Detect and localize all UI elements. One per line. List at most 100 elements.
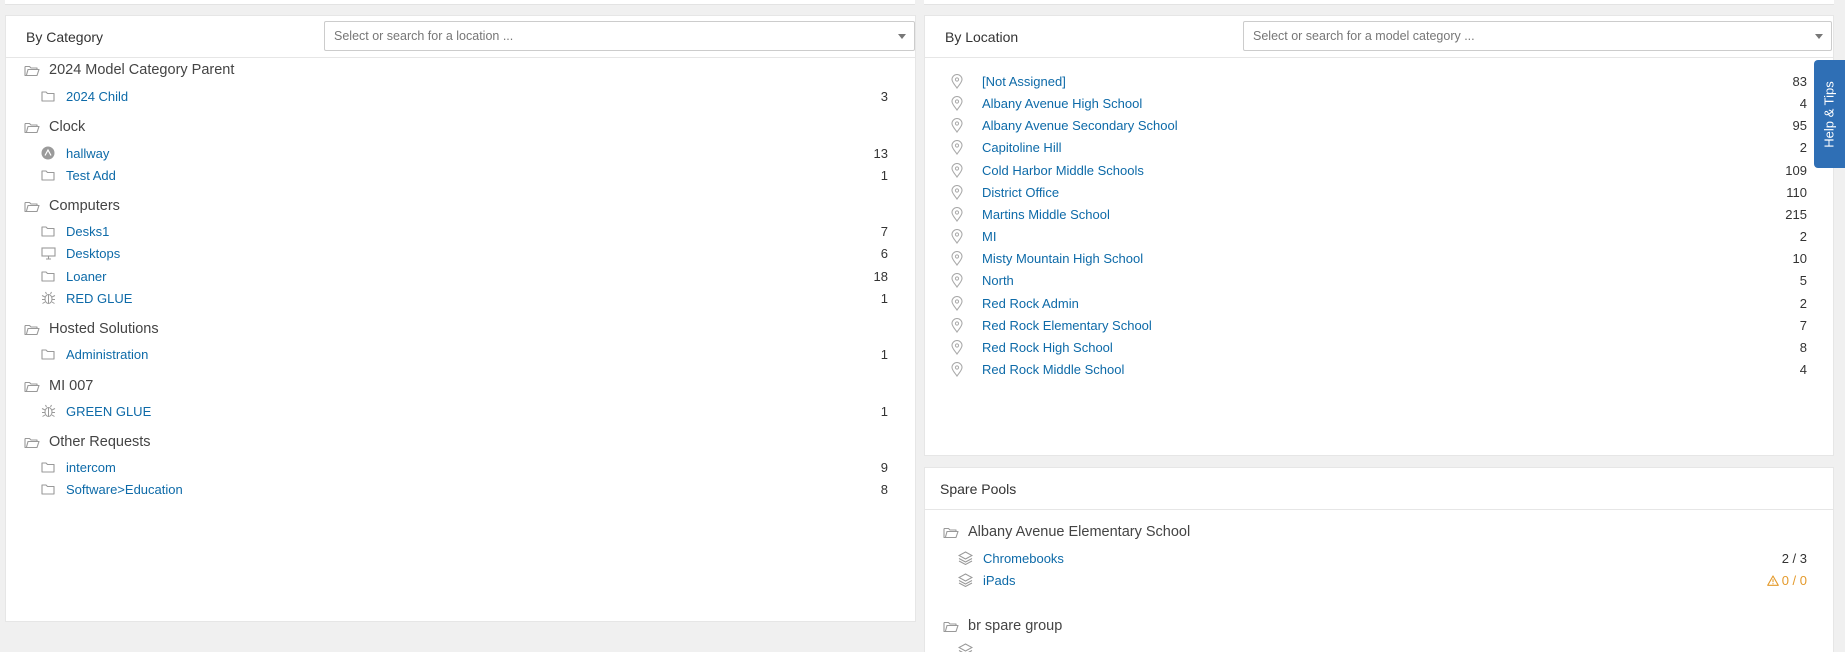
location-link[interactable]: District Office (982, 185, 1059, 200)
location-link[interactable]: MI (982, 229, 996, 244)
circle-user-icon (40, 146, 56, 160)
location-count: 2 (1799, 139, 1807, 155)
category-count: 9 (880, 459, 888, 475)
category-group-header[interactable]: 2024 Model Category Parent (24, 60, 234, 80)
category-link[interactable]: 2024 Child (66, 89, 128, 104)
location-link[interactable]: Red Rock Middle School (982, 362, 1124, 377)
category-group-header[interactable]: Other Requests (24, 432, 151, 452)
category-link[interactable]: GREEN GLUE (66, 404, 151, 419)
category-count: 1 (880, 403, 888, 419)
desktop-icon (40, 246, 56, 260)
map-pin-icon (950, 339, 964, 355)
category-group-label: Clock (49, 119, 86, 135)
location-row: Martins Middle School (950, 204, 1110, 224)
category-group-label: Computers (49, 198, 120, 214)
location-count: 7 (1799, 317, 1807, 333)
location-link[interactable]: Red Rock Admin (982, 296, 1079, 311)
spare-pool-group-header[interactable]: Albany Avenue Elementary School (943, 522, 1190, 542)
category-group-label: Hosted Solutions (49, 321, 159, 337)
location-count: 83 (1792, 73, 1807, 89)
map-pin-icon (950, 228, 964, 244)
map-pin-icon (950, 184, 964, 200)
warning-icon (1766, 574, 1779, 586)
by-category-panel: By Category 2024 Model Category Parent 20… (5, 15, 916, 622)
help-tab-label: Help & Tips (1822, 80, 1838, 148)
location-count: 2 (1799, 295, 1807, 311)
spare-pool-row: iPads (957, 570, 1016, 590)
top-strip (0, 0, 1845, 5)
folder-open-icon (24, 435, 40, 449)
map-pin-icon (950, 295, 964, 311)
location-row: Red Rock Elementary School (950, 315, 1152, 335)
category-row: GREEN GLUE (40, 401, 151, 421)
category-count: 18 (873, 268, 888, 284)
category-group-header[interactable]: MI 007 (24, 376, 93, 396)
category-row: 2024 Child (40, 86, 128, 106)
folder-open-icon (943, 619, 959, 633)
model-category-filter-select[interactable] (1243, 21, 1832, 51)
spare-pool-link[interactable]: Chromebooks (983, 551, 1064, 566)
location-row: Albany Avenue Secondary School (950, 115, 1178, 135)
by-category-header: By Category (6, 16, 915, 58)
location-count: 215 (1785, 206, 1807, 222)
folder-open-icon (24, 379, 40, 393)
map-pin-icon (950, 95, 964, 111)
category-link[interactable]: Loaner (66, 269, 106, 284)
category-count: 1 (880, 167, 888, 183)
by-location-title: By Location (945, 29, 1019, 45)
category-row: Administration (40, 344, 148, 364)
chevron-down-icon[interactable] (898, 34, 906, 39)
category-link[interactable]: Administration (66, 347, 148, 362)
location-link[interactable]: Red Rock Elementary School (982, 318, 1152, 333)
category-link[interactable]: Desktops (66, 246, 120, 261)
spare-pool-group-label: br spare group (968, 618, 1063, 634)
category-link[interactable]: intercom (66, 460, 116, 475)
location-link[interactable]: Martins Middle School (982, 207, 1110, 222)
spare-pools-title: Spare Pools (940, 481, 1017, 497)
category-group-header[interactable]: Clock (24, 117, 85, 137)
location-search-input[interactable] (325, 22, 914, 50)
category-count: 3 (880, 88, 888, 104)
category-link[interactable]: Desks1 (66, 224, 109, 239)
location-link[interactable]: Cold Harbor Middle Schools (982, 163, 1144, 178)
location-link[interactable]: North (982, 273, 1014, 288)
spare-pool-row: Chromebooks (957, 548, 1064, 568)
spare-pool-count: 2 / 3 (1782, 548, 1807, 568)
location-row: District Office (950, 182, 1059, 202)
location-link[interactable]: [Not Assigned] (982, 74, 1066, 89)
bug-icon (40, 404, 56, 418)
folder-open-icon (24, 63, 40, 77)
spare-pool-count-text: 2 / 3 (1781, 550, 1807, 566)
folder-icon (40, 460, 56, 474)
spare-pools-panel: Spare Pools Albany Avenue Elementary Sch… (924, 467, 1834, 652)
spare-pool-count-text: 0 / 0 (1781, 572, 1807, 588)
category-link[interactable]: hallway (66, 146, 109, 161)
spare-pool-link[interactable]: iPads (983, 573, 1016, 588)
category-row: Desktops (40, 243, 120, 263)
category-link[interactable]: Software>Education (66, 482, 183, 497)
category-group-header[interactable]: Computers (24, 196, 120, 216)
location-count: 4 (1799, 95, 1807, 111)
map-pin-icon (950, 117, 964, 133)
category-link[interactable]: Test Add (66, 168, 116, 183)
model-category-search-input[interactable] (1244, 22, 1831, 50)
location-link[interactable]: Red Rock High School (982, 340, 1113, 355)
location-link[interactable]: Capitoline Hill (982, 140, 1061, 155)
location-count: 5 (1799, 272, 1807, 288)
spare-pool-group-header[interactable]: br spare group (943, 616, 1062, 636)
location-link[interactable]: Misty Mountain High School (982, 251, 1143, 266)
by-location-panel: By Location [Not Assigned] 83 Albany Avenu… (924, 15, 1834, 456)
map-pin-icon (950, 272, 964, 288)
location-link[interactable]: Albany Avenue High School (982, 96, 1142, 111)
map-pin-icon (950, 162, 964, 178)
location-filter-select[interactable] (324, 21, 915, 51)
folder-icon (40, 347, 56, 361)
chevron-down-icon[interactable] (1815, 34, 1823, 39)
category-group-header[interactable]: Hosted Solutions (24, 319, 159, 339)
location-count: 8 (1799, 339, 1807, 355)
help-and-tips-tab[interactable]: Help & Tips (1814, 60, 1845, 168)
location-row: MI (950, 226, 996, 246)
category-link[interactable]: RED GLUE (66, 291, 132, 306)
folder-icon (40, 224, 56, 238)
location-link[interactable]: Albany Avenue Secondary School (982, 118, 1178, 133)
